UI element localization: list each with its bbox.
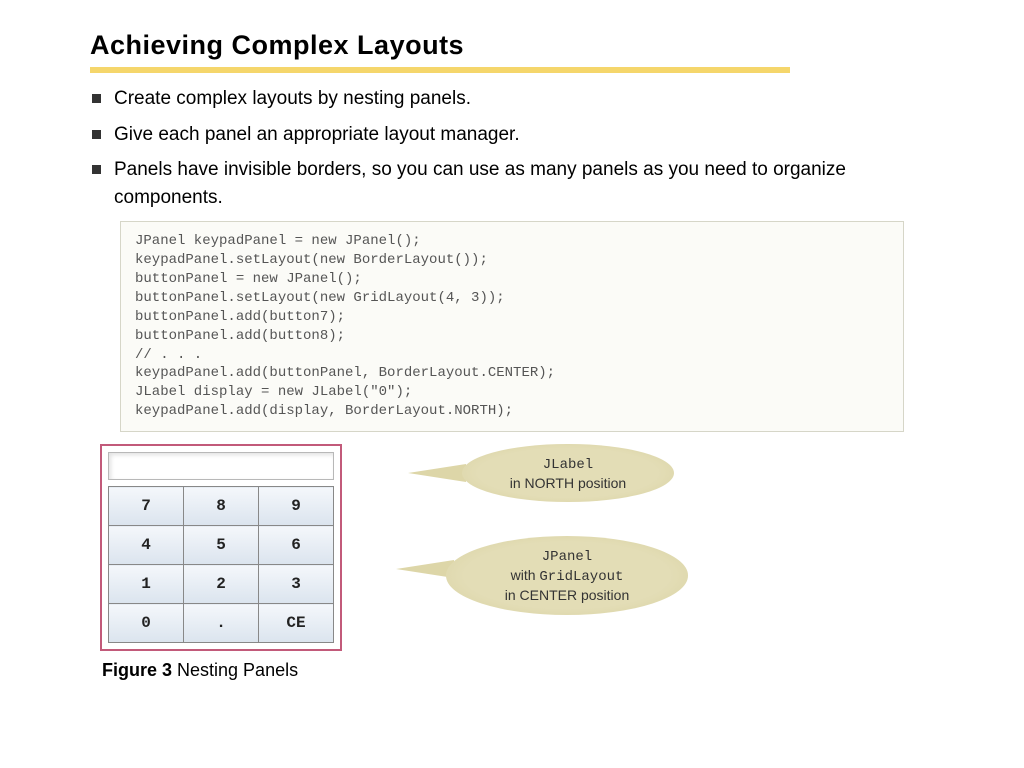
callout-code: JPanel [542, 549, 592, 565]
bullet-item: Panels have invisible borders, so you ca… [90, 156, 934, 211]
code-listing: JPanel keypadPanel = new JPanel(); keypa… [120, 221, 904, 432]
keypad-panel: 7 8 9 4 5 6 1 2 3 0 . CE [100, 444, 342, 651]
keypad-button[interactable]: 1 [109, 565, 184, 604]
keypad-button[interactable]: 8 [184, 487, 259, 526]
keypad-button[interactable]: 7 [109, 487, 184, 526]
figure-row: 7 8 9 4 5 6 1 2 3 0 . CE [100, 444, 934, 656]
keypad-display [108, 452, 334, 480]
callout-text: in NORTH position [510, 475, 626, 491]
slide-title: Achieving Complex Layouts [90, 30, 934, 61]
keypad-button[interactable]: 4 [109, 526, 184, 565]
keypad-button[interactable]: 0 [109, 604, 184, 643]
keypad-grid: 7 8 9 4 5 6 1 2 3 0 . CE [108, 486, 334, 643]
bullet-list: Create complex layouts by nesting panels… [90, 85, 934, 211]
callout-pointer [408, 464, 466, 482]
keypad-button[interactable]: . [184, 604, 259, 643]
callout-north: JLabel in NORTH position [462, 444, 674, 502]
keypad-figure: 7 8 9 4 5 6 1 2 3 0 . CE [100, 444, 342, 656]
keypad-button[interactable]: 9 [259, 487, 334, 526]
figure-label: Figure 3 [102, 660, 172, 680]
keypad-button[interactable]: 6 [259, 526, 334, 565]
keypad-button[interactable]: 2 [184, 565, 259, 604]
callout-text: with [511, 567, 540, 583]
callout-center: JPanel with GridLayout in CENTER positio… [446, 536, 688, 615]
title-underline [90, 67, 790, 73]
keypad-button[interactable]: 5 [184, 526, 259, 565]
callout-text: in CENTER position [505, 587, 630, 603]
callout-code: JLabel [543, 457, 593, 473]
keypad-button[interactable]: 3 [259, 565, 334, 604]
figure-caption-text: Nesting Panels [172, 660, 298, 680]
figure-caption: Figure 3 Nesting Panels [102, 660, 934, 681]
callout-code: GridLayout [539, 569, 623, 585]
keypad-button[interactable]: CE [259, 604, 334, 643]
bullet-item: Create complex layouts by nesting panels… [90, 85, 934, 113]
bullet-item: Give each panel an appropriate layout ma… [90, 121, 934, 149]
